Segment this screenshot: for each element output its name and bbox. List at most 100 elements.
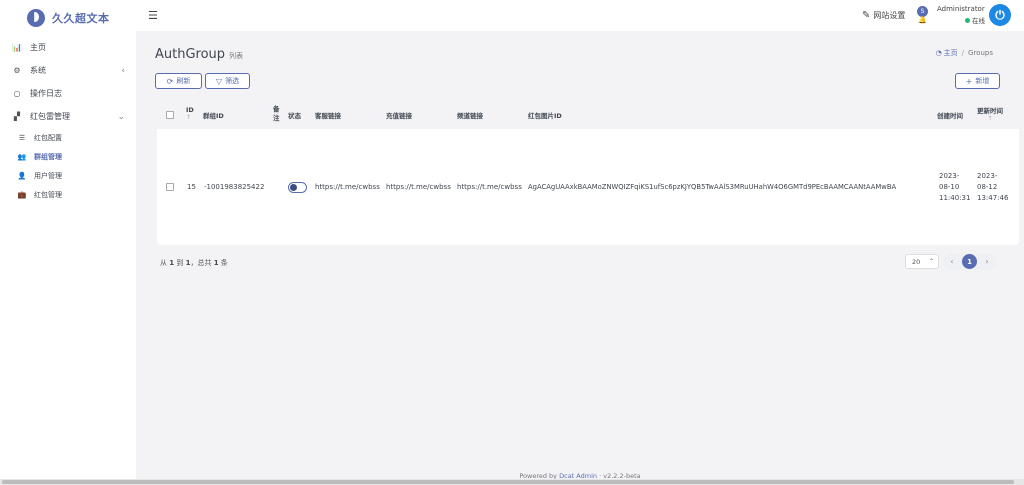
dashboard-icon: ◔ bbox=[935, 49, 942, 57]
filter-label: 筛选 bbox=[225, 77, 240, 85]
chevron-up-icon: ⌃ bbox=[928, 258, 934, 265]
refresh-button[interactable]: ⟳ 刷新 bbox=[155, 73, 202, 89]
filter-button[interactable]: ▽ 筛选 bbox=[205, 73, 250, 89]
column-header-updated-at[interactable]: 更新时间 ↑ bbox=[977, 105, 1003, 122]
next-page-icon[interactable]: › bbox=[982, 257, 992, 266]
table-header: ID ↑ 群组ID 备注 状态 客服链接 充值链接 频道链接 红包图片ID 创建时… bbox=[157, 101, 1019, 129]
column-header-group-id[interactable]: 群组ID bbox=[203, 110, 224, 120]
refresh-icon: ⟳ bbox=[166, 76, 174, 86]
sidebar-item-home[interactable]: 📊 主页 bbox=[0, 36, 136, 59]
column-header-created-at[interactable]: 创建时间 bbox=[937, 110, 963, 120]
sidebar-nav: 📊 主页 ⚙ 系统 ‹ ○ 操作日志 ▞ 红包雷管理 ⌄ ☰ 红包配置 👥 群组… bbox=[0, 36, 136, 204]
pager-from: 1 bbox=[169, 259, 175, 267]
per-page-value: 20 bbox=[912, 257, 921, 266]
breadcrumb-home[interactable]: 主页 bbox=[944, 48, 958, 58]
cell-updated-at: 2023- 08-12 13:47:46 bbox=[977, 171, 1009, 204]
new-label: 新增 bbox=[975, 77, 990, 85]
created-at-part: 08-10 bbox=[939, 183, 960, 191]
created-at-part: 2023- bbox=[939, 172, 960, 180]
page-title-text: AuthGroup bbox=[155, 47, 226, 62]
page-button-current[interactable]: 1 bbox=[962, 254, 977, 269]
updated-at-part: 08-12 bbox=[977, 183, 998, 191]
column-header-label: 注 bbox=[273, 114, 280, 122]
topbar: ☰ ✎ 网站设置 S 🔔 Administrator 在线 ⏻ bbox=[136, 0, 1024, 31]
sidebar-item-label: 红包管理 bbox=[34, 190, 62, 199]
breadcrumb-current: Groups bbox=[968, 49, 993, 57]
select-all-checkbox[interactable] bbox=[166, 111, 174, 119]
sliders-icon: ☰ bbox=[18, 133, 26, 142]
cell-channel-link[interactable]: https://t.me/cwbss bbox=[457, 183, 522, 191]
row-checkbox[interactable] bbox=[166, 183, 174, 191]
online-dot-icon bbox=[965, 17, 970, 23]
cell-recharge-link[interactable]: https://t.me/cwbss bbox=[386, 183, 451, 191]
column-header-channel-link[interactable]: 频道链接 bbox=[457, 110, 483, 120]
column-header-label: ID bbox=[186, 106, 194, 114]
pager-total: 1 bbox=[213, 259, 219, 267]
plus-icon: + bbox=[965, 76, 973, 86]
refresh-label: 刷新 bbox=[176, 77, 191, 85]
gear-icon: ⚙ bbox=[13, 66, 21, 75]
pager-text: 从 bbox=[160, 259, 167, 267]
cell-group-id: -1001983825422 bbox=[204, 183, 265, 191]
sidebar-item-label: 用户管理 bbox=[34, 171, 62, 180]
pager-summary: 从 1 到 1，总共 1 条 bbox=[160, 258, 228, 268]
menu-toggle-icon[interactable]: ☰ bbox=[148, 9, 158, 22]
column-header-id[interactable]: ID ↑ bbox=[186, 106, 194, 121]
sidebar: 久久超文本 📊 主页 ⚙ 系统 ‹ ○ 操作日志 ▞ 红包雷管理 ⌄ ☰ 红包配… bbox=[0, 0, 136, 485]
pagination: ‹ 1 › bbox=[943, 253, 996, 270]
sidebar-item-group-admin[interactable]: 👥 群组管理 bbox=[0, 147, 136, 166]
status-toggle[interactable] bbox=[288, 182, 307, 193]
column-header-label: 备 bbox=[273, 105, 280, 113]
prev-page-icon[interactable]: ‹ bbox=[947, 257, 957, 266]
sidebar-item-label: 系统 bbox=[30, 66, 46, 75]
column-header-remark[interactable]: 备注 bbox=[273, 105, 280, 123]
sidebar-item-redpacket-admin[interactable]: ▞ 红包雷管理 ⌄ bbox=[0, 105, 136, 128]
user-name[interactable]: Administrator bbox=[937, 5, 985, 13]
updated-at-part: 2023- bbox=[977, 172, 998, 180]
chevron-down-icon: ⌄ bbox=[117, 111, 125, 122]
horizontal-scrollbar[interactable] bbox=[0, 479, 1024, 485]
sidebar-item-redpacket-config[interactable]: ☰ 红包配置 bbox=[0, 128, 136, 147]
circle-icon: ○ bbox=[13, 89, 21, 98]
scrollbar-thumb[interactable] bbox=[2, 480, 1014, 484]
data-table: ID ↑ 群组ID 备注 状态 客服链接 充值链接 频道链接 红包图片ID 创建时… bbox=[157, 101, 1019, 245]
new-button[interactable]: + 新增 bbox=[955, 73, 1000, 89]
pager-text: ，总共 bbox=[190, 259, 212, 267]
updated-at-part: 13:47:46 bbox=[977, 194, 1009, 202]
column-header-recharge-link[interactable]: 充值链接 bbox=[386, 110, 412, 120]
briefcase-icon: 💼 bbox=[17, 190, 27, 199]
sidebar-item-system[interactable]: ⚙ 系统 ‹ bbox=[0, 59, 136, 82]
pager-text: 到 bbox=[176, 259, 184, 267]
edit-icon: ✎ bbox=[862, 10, 871, 21]
sidebar-item-operation-log[interactable]: ○ 操作日志 bbox=[0, 82, 136, 105]
created-at-part: 11:40:31 bbox=[939, 194, 971, 202]
column-header-redpacket-image-id[interactable]: 红包图片ID bbox=[528, 110, 562, 120]
cell-service-link[interactable]: https://t.me/cwbss bbox=[315, 183, 380, 191]
bar-chart-icon: 📊 bbox=[12, 43, 22, 52]
cell-id: 15 bbox=[187, 183, 196, 191]
per-page-select[interactable]: 20 ⌃ bbox=[905, 254, 939, 269]
column-header-status[interactable]: 状态 bbox=[288, 110, 301, 120]
users-icon: 👥 bbox=[17, 152, 27, 161]
sidebar-item-redpacket-list[interactable]: 💼 红包管理 bbox=[0, 185, 136, 204]
page-subtitle: 列表 bbox=[229, 52, 244, 60]
user-status-label: 在线 bbox=[972, 17, 985, 25]
sidebar-item-label: 主页 bbox=[30, 43, 46, 52]
power-icon[interactable]: ⏻ bbox=[989, 4, 1011, 26]
bell-icon[interactable]: 🔔 bbox=[918, 16, 927, 24]
filter-icon: ▽ bbox=[215, 76, 223, 86]
site-settings-button[interactable]: ✎ 网站设置 bbox=[862, 10, 905, 21]
grid-icon: ▞ bbox=[13, 112, 21, 121]
chevron-left-icon: ‹ bbox=[121, 65, 125, 76]
brand-name: 久久超文本 bbox=[52, 12, 110, 25]
sort-arrow-icon: ↑ bbox=[987, 115, 993, 122]
column-header-service-link[interactable]: 客服链接 bbox=[315, 110, 341, 120]
column-header-label: 更新时间 bbox=[977, 107, 1003, 115]
brand-logo-icon bbox=[27, 9, 45, 27]
brand[interactable]: 久久超文本 bbox=[0, 0, 136, 36]
page-title: AuthGroup 列表 bbox=[155, 47, 243, 62]
breadcrumb: ◔ 主页 / Groups bbox=[936, 48, 993, 58]
site-settings-label: 网站设置 bbox=[873, 11, 906, 20]
sidebar-item-user-admin[interactable]: 👤 用户管理 bbox=[0, 166, 136, 185]
user-status: 在线 bbox=[965, 15, 985, 25]
